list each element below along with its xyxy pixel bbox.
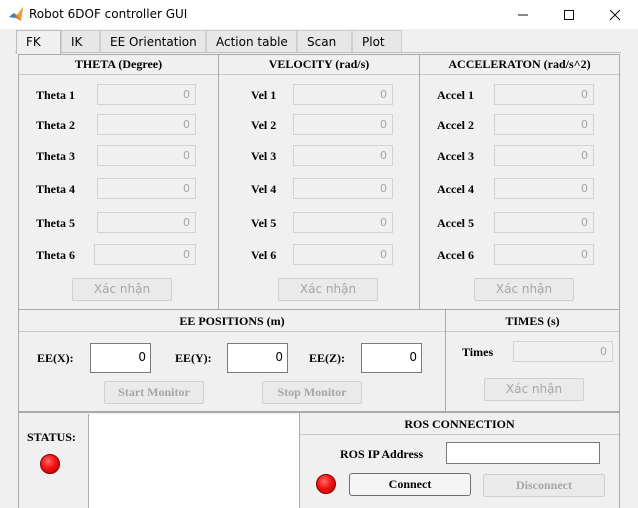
tab-bar-divider <box>15 52 621 53</box>
vel-6-label: Vel 6 <box>251 248 277 262</box>
accel-6-label: Accel 6 <box>437 248 474 262</box>
vel-2-label: Vel 2 <box>251 118 277 132</box>
times-label: Times <box>462 345 494 359</box>
status-label: STATUS: <box>27 430 76 444</box>
ros-ip-field[interactable] <box>446 442 600 464</box>
status-led-indicator <box>40 454 60 474</box>
ros-connection-led-indicator <box>316 474 336 494</box>
ee-x-label: EE(X): <box>37 351 74 365</box>
vel-1-field[interactable]: 0 <box>293 84 393 105</box>
theta-6-label: Theta 6 <box>36 248 75 262</box>
accel-2-field[interactable]: 0 <box>494 114 594 135</box>
vel-6-field[interactable]: 0 <box>293 244 393 265</box>
ros-connection-panel: ROS CONNECTION ROS IP Address Connect Di… <box>299 412 620 508</box>
tab-action-table[interactable]: Action table <box>206 30 297 53</box>
tab-ee-orientation[interactable]: EE Orientation <box>100 30 206 53</box>
accel-2-label: Accel 2 <box>437 118 474 132</box>
panel-divider <box>19 74 218 75</box>
ros-ip-label: ROS IP Address <box>340 447 424 461</box>
window-title: Robot 6DOF controller GUI <box>29 7 188 21</box>
theta-4-label: Theta 4 <box>36 182 75 196</box>
close-button[interactable] <box>592 0 638 29</box>
ros-connection-panel-title: ROS CONNECTION <box>404 417 515 431</box>
panel-divider <box>19 331 445 332</box>
ee-positions-panel-title: EE POSITIONS (m) <box>179 314 285 328</box>
times-panel: TIMES (s) Times 0 Xác nhận <box>445 309 620 412</box>
vel-3-field[interactable]: 0 <box>293 145 393 166</box>
theta-panel-title: THETA (Degree) <box>74 57 163 71</box>
accel-5-label: Accel 5 <box>437 216 474 230</box>
start-monitor-button[interactable]: Start Monitor <box>104 381 204 404</box>
panel-divider <box>219 74 419 75</box>
status-panel: STATUS: <box>18 412 300 508</box>
tab-ik[interactable]: IK <box>61 30 100 53</box>
theta-3-field[interactable]: 0 <box>97 145 196 166</box>
ee-x-field[interactable]: 0 <box>90 343 151 373</box>
times-confirm-button[interactable]: Xác nhận <box>484 378 584 401</box>
theta-6-field[interactable]: 0 <box>94 244 196 265</box>
ee-positions-panel: EE POSITIONS (m) EE(X): 0 EE(Y): 0 EE(Z)… <box>18 309 446 412</box>
theta-1-field[interactable]: 0 <box>97 84 196 105</box>
theta-2-label: Theta 2 <box>36 118 75 132</box>
vel-4-field[interactable]: 0 <box>293 178 393 199</box>
minimize-icon <box>518 14 528 15</box>
accel-1-field[interactable]: 0 <box>494 84 594 105</box>
title-bar: Robot 6DOF controller GUI <box>0 0 638 29</box>
acceleration-panel-title: ACCELERATON (rad/s^2) <box>448 57 591 71</box>
vel-5-label: Vel 5 <box>251 216 277 230</box>
acceleration-confirm-button[interactable]: Xác nhận <box>474 278 574 301</box>
panel-divider <box>446 331 619 332</box>
ee-z-field[interactable]: 0 <box>361 343 422 373</box>
acceleration-panel: ACCELERATON (rad/s^2) Accel 1 0 Accel 2 … <box>419 54 620 310</box>
accel-5-field[interactable]: 0 <box>494 212 594 233</box>
theta-confirm-button[interactable]: Xác nhận <box>72 278 172 301</box>
vel-4-label: Vel 4 <box>251 182 277 196</box>
close-icon <box>609 9 621 20</box>
maximize-icon <box>564 9 574 20</box>
theta-3-label: Theta 3 <box>36 149 75 163</box>
ee-y-label: EE(Y): <box>175 351 212 365</box>
stop-monitor-button[interactable]: Stop Monitor <box>262 381 362 404</box>
minimize-button[interactable] <box>500 0 546 29</box>
velocity-confirm-button[interactable]: Xác nhận <box>278 278 378 301</box>
theta-5-field[interactable]: 0 <box>97 212 196 233</box>
status-text-area[interactable] <box>88 414 300 508</box>
times-panel-title: TIMES (s) <box>505 314 560 328</box>
tab-plot[interactable]: Plot <box>352 30 402 53</box>
velocity-panel-title: VELOCITY (rad/s) <box>268 57 370 71</box>
accel-4-field[interactable]: 0 <box>494 178 594 199</box>
theta-1-label: Theta 1 <box>36 88 75 102</box>
velocity-panel: VELOCITY (rad/s) Vel 1 0 Vel 2 0 Vel 3 0… <box>218 54 420 310</box>
ee-z-label: EE(Z): <box>309 351 345 365</box>
maximize-button[interactable] <box>546 0 592 29</box>
connect-button[interactable]: Connect <box>349 473 471 496</box>
panel-divider <box>420 74 619 75</box>
accel-3-label: Accel 3 <box>437 149 474 163</box>
theta-panel: THETA (Degree) Theta 1 0 Theta 2 0 Theta… <box>18 54 219 310</box>
vel-2-field[interactable]: 0 <box>293 114 393 135</box>
theta-2-field[interactable]: 0 <box>97 114 196 135</box>
disconnect-button[interactable]: Disconnect <box>483 474 605 497</box>
panel-divider <box>300 434 619 435</box>
accel-3-field[interactable]: 0 <box>494 145 594 166</box>
theta-4-field[interactable]: 0 <box>97 178 196 199</box>
matlab-app-icon <box>9 7 23 21</box>
accel-1-label: Accel 1 <box>437 88 474 102</box>
vel-3-label: Vel 3 <box>251 149 277 163</box>
theta-5-label: Theta 5 <box>36 216 75 230</box>
vel-1-label: Vel 1 <box>251 88 277 102</box>
accel-6-field[interactable]: 0 <box>494 244 594 265</box>
accel-4-label: Accel 4 <box>437 182 474 196</box>
ee-y-field[interactable]: 0 <box>227 343 288 373</box>
times-field[interactable]: 0 <box>513 341 613 362</box>
tab-scan[interactable]: Scan <box>297 30 352 53</box>
tab-fk[interactable]: FK <box>16 30 61 54</box>
vel-5-field[interactable]: 0 <box>293 212 393 233</box>
